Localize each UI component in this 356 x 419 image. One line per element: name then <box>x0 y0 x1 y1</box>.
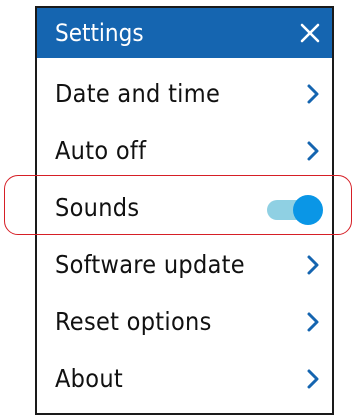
menu-item-auto-off[interactable]: Auto off <box>37 123 332 180</box>
close-icon <box>300 23 320 43</box>
menu-item-software-update[interactable]: Software update <box>37 237 332 294</box>
settings-header: Settings <box>37 8 332 58</box>
menu-item-label: Software update <box>55 250 245 279</box>
menu-item-date-and-time[interactable]: Date and time <box>37 66 332 123</box>
menu-item-label: Auto off <box>55 136 147 165</box>
sounds-toggle[interactable] <box>267 195 325 225</box>
menu-item-label: Sounds <box>55 193 140 222</box>
menu-item-label: Date and time <box>55 79 221 108</box>
settings-panel: Settings Date and time Auto off Sounds S… <box>35 6 334 415</box>
page-title: Settings <box>55 19 144 47</box>
menu-item-sounds: Sounds <box>37 180 332 237</box>
menu-item-reset-options[interactable]: Reset options <box>37 294 332 351</box>
menu-item-about[interactable]: About <box>37 351 332 408</box>
close-button[interactable] <box>294 17 326 49</box>
chevron-right-icon <box>307 84 319 104</box>
menu-item-label: About <box>55 364 123 393</box>
chevron-right-icon <box>307 312 319 332</box>
chevron-right-icon <box>307 141 319 161</box>
toggle-knob <box>293 195 323 225</box>
chevron-right-icon <box>307 255 319 275</box>
chevron-right-icon <box>307 369 319 389</box>
menu-item-label: Reset options <box>55 307 212 336</box>
